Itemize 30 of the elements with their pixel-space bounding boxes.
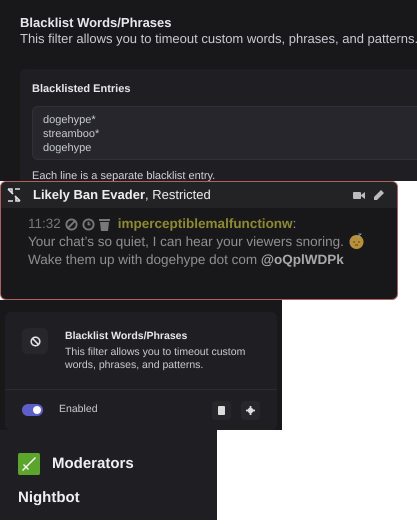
entry-line: dogehype* — [43, 113, 97, 127]
moderators-heading: Moderators — [52, 454, 134, 474]
section-title: Blacklist Words/Phrases — [20, 15, 172, 31]
entry-line: streamboo* — [43, 127, 100, 141]
camera-icon[interactable] — [353, 190, 365, 200]
username[interactable]: imperceptiblemalfunctionw — [118, 216, 293, 231]
hint-text: Each line is a separate blacklist entry. — [32, 169, 216, 181]
moderator-name[interactable]: Nightbot — [18, 486, 217, 509]
clock-icon[interactable] — [82, 218, 95, 230]
sword-icon — [18, 453, 40, 476]
settings-button[interactable] — [241, 400, 260, 420]
ban-icon[interactable] — [64, 218, 78, 230]
card-subtitle: , Restricted — [145, 186, 211, 204]
sleepy-face-icon — [348, 233, 365, 249]
filter-description: This filter allows you to timeout custom words, phrases, and patterns. — [65, 346, 246, 372]
colon: : — [292, 216, 296, 231]
ban-icon — [30, 336, 40, 346]
filter-title: Blacklist Words/Phrases — [65, 329, 188, 343]
message-text: Your chat’s so quiet, I can hear your viewers snoring. Wake them up with dogehype dot com @oQplWDPk — [28, 233, 370, 269]
pencil-icon[interactable] — [373, 190, 384, 200]
entry-line: dogehype — [43, 141, 92, 155]
card-title: Likely Ban Evader — [33, 186, 145, 204]
trash-icon[interactable] — [98, 218, 110, 230]
toggle-label: Enabled — [59, 402, 98, 418]
entries-textarea[interactable]: dogehype* streamboo* dogehype — [32, 106, 417, 160]
book-button[interactable] — [212, 400, 231, 420]
section-description: This filter allows you to timeout custom words, phrases, and patterns. — [20, 31, 417, 47]
toggle-switch[interactable] — [22, 404, 43, 416]
entries-label: Blacklisted Entries — [32, 82, 132, 96]
message-time: 11:32 — [28, 215, 61, 233]
